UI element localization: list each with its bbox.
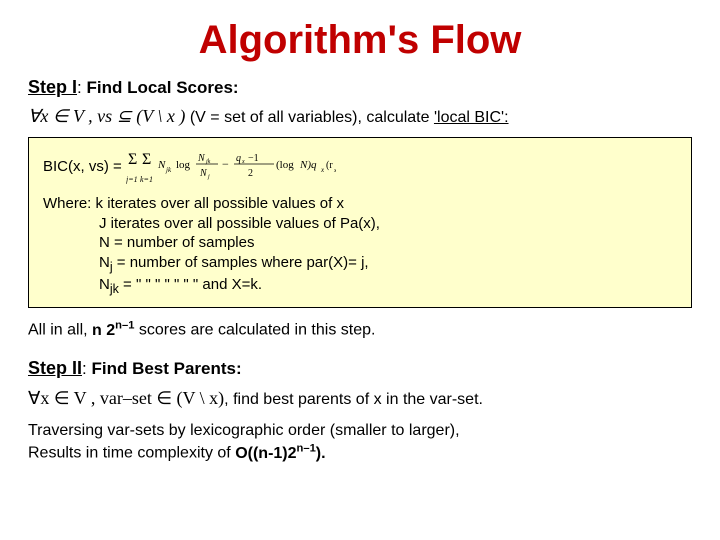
where-k: k iterates over all possible values of x: [96, 195, 344, 212]
svg-text:k=1: k=1: [140, 175, 153, 184]
step1-heading: Find Local Scores:: [86, 78, 238, 97]
svg-text:(log: (log: [276, 159, 294, 171]
svg-text:N: N: [197, 153, 206, 164]
step1-local-bic: 'local BIC':: [434, 109, 509, 126]
where-n: N = number of samples: [43, 233, 255, 253]
svg-text:x: x: [333, 168, 336, 174]
svg-text:x: x: [320, 166, 325, 174]
svg-text:N)q: N)q: [299, 159, 317, 171]
step1-heading-line: Step I: Find Local Scores:: [28, 76, 692, 99]
step1-summary: All in all, n 2n–1 scores are calculated…: [28, 318, 692, 341]
svg-text:2: 2: [248, 168, 253, 179]
svg-text:q: q: [236, 153, 241, 164]
step2-text: , find best parents of x in the var-set.: [224, 391, 483, 408]
bic-formula-icon: Σ j=1 Σ k=1 N jk log N jk N j − q x −1 2…: [126, 150, 336, 184]
svg-text:−1: −1: [248, 153, 259, 164]
step2-block: Step II: Find Best Parents: ∀x ∈ V , var…: [28, 357, 692, 464]
svg-text:N: N: [199, 168, 208, 179]
bic-box: BIC(x, vs) = Σ j=1 Σ k=1 N jk log N jk N…: [28, 137, 692, 308]
svg-text:Σ: Σ: [128, 151, 137, 168]
step1-label: Step I: [28, 77, 77, 97]
slide-title: Algorithm's Flow: [28, 14, 692, 66]
svg-text:x: x: [241, 159, 245, 165]
step1-math: ∀x ∈ V , vs ⊆ (V \ x ): [28, 106, 185, 126]
svg-text:−: −: [222, 157, 229, 171]
step2-heading: Find Best Parents:: [91, 359, 241, 378]
svg-text:jk: jk: [205, 159, 211, 165]
step2-label: Step II: [28, 358, 82, 378]
svg-text:log: log: [176, 159, 191, 171]
svg-text:j: j: [207, 174, 210, 180]
svg-text:j=1: j=1: [126, 175, 138, 184]
step2-math: ∀x ∈ V , var–set ∈ (V \ x): [28, 388, 224, 408]
step2-line2: Traversing var-sets by lexicographic ord…: [28, 421, 692, 465]
where-block: Where: k iterates over all possible valu…: [43, 194, 677, 297]
where-nj: Nj = number of samples where par(X)= j,: [43, 253, 369, 275]
step1-cond-text: (V = set of all variables), calculate: [190, 109, 434, 126]
svg-text:(r: (r: [326, 160, 333, 171]
svg-text:Σ: Σ: [142, 151, 151, 168]
svg-text:N: N: [157, 159, 166, 171]
where-j: J iterates over all possible values of P…: [43, 214, 380, 234]
step1-condition: ∀x ∈ V , vs ⊆ (V \ x ) (V = set of all v…: [28, 105, 692, 129]
bic-formula-line: BIC(x, vs) = Σ j=1 Σ k=1 N jk log N jk N…: [43, 150, 677, 184]
bic-label: BIC(x, vs) =: [43, 158, 122, 175]
svg-text:jk: jk: [165, 166, 172, 174]
where-njk: Njk = " " " " " " " and X=k.: [43, 275, 262, 297]
where-label: Where:: [43, 195, 91, 212]
